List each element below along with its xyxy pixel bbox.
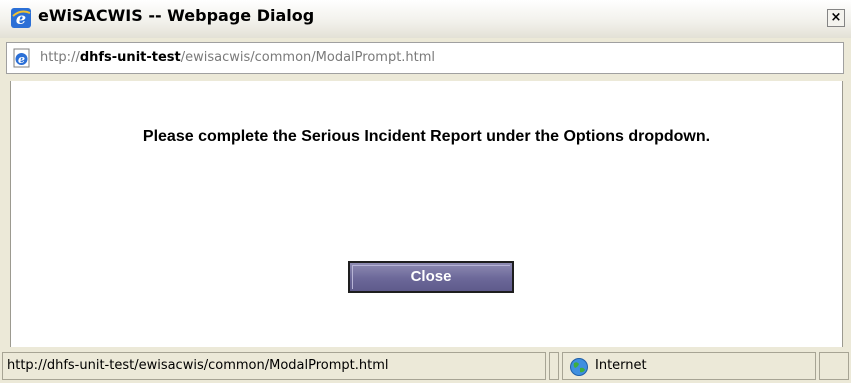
- close-window-button[interactable]: ×: [827, 9, 845, 27]
- ie-page-icon: e: [12, 48, 32, 68]
- dialog-window: e eWiSACWIS -- Webpage Dialog × e http:/…: [0, 0, 851, 383]
- status-url-pane: http://dhfs-unit-test/ewisacwis/common/M…: [2, 352, 546, 380]
- status-progress-pane: [549, 352, 559, 380]
- status-url: http://dhfs-unit-test/ewisacwis/common/M…: [7, 358, 389, 373]
- status-resize-pane: [819, 352, 849, 380]
- dialog-content: Please complete the Serious Incident Rep…: [10, 81, 843, 347]
- address-path: /ewisacwis/common/ModalPrompt.html: [180, 50, 436, 65]
- status-zone-pane: Internet: [562, 352, 816, 380]
- security-zone-label: Internet: [595, 358, 647, 373]
- address-protocol: http://: [40, 50, 80, 65]
- title-bar[interactable]: e eWiSACWIS -- Webpage Dialog ×: [0, 0, 851, 38]
- window-title: eWiSACWIS -- Webpage Dialog: [38, 6, 315, 25]
- prompt-message: Please complete the Serious Incident Rep…: [142, 128, 711, 145]
- ie-icon: e: [10, 7, 32, 29]
- address-bar: e http://dhfs-unit-test/ewisacwis/common…: [6, 42, 844, 74]
- address-host: dhfs-unit-test: [79, 50, 181, 65]
- globe-icon: [569, 357, 589, 377]
- svg-text:e: e: [18, 53, 25, 66]
- status-bar: http://dhfs-unit-test/ewisacwis/common/M…: [0, 348, 851, 383]
- address-url: http://dhfs-unit-test/ewisacwis/common/M…: [40, 50, 435, 65]
- close-button[interactable]: Close: [348, 261, 514, 293]
